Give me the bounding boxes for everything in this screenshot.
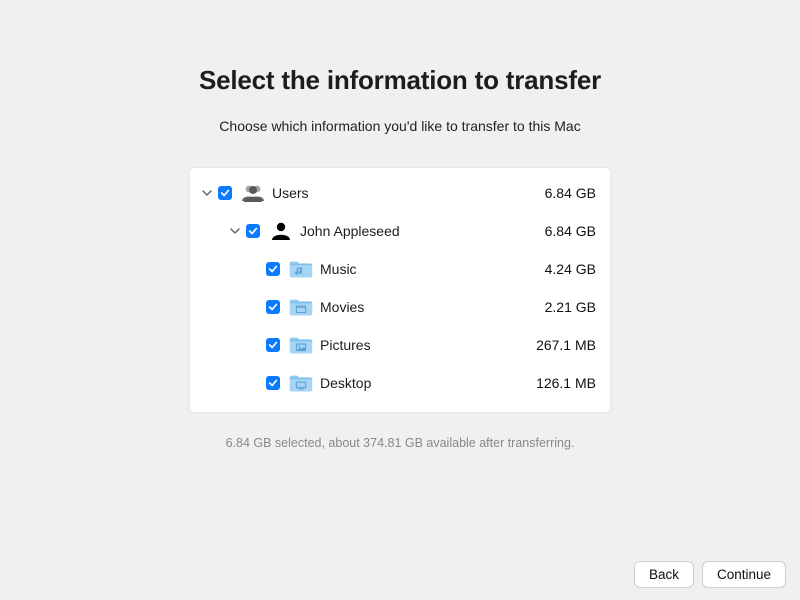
- checkbox-folder[interactable]: [266, 300, 280, 314]
- music-folder-icon: [286, 258, 316, 280]
- tree-label: John Appleseed: [300, 223, 400, 239]
- tree-row-folder[interactable]: Desktop 126.1 MB: [190, 364, 610, 402]
- chevron-down-icon[interactable]: [200, 188, 214, 198]
- continue-button[interactable]: Continue: [702, 561, 786, 588]
- checkbox-user[interactable]: [246, 224, 260, 238]
- users-icon: [238, 183, 268, 203]
- tree-label: Users: [272, 185, 309, 201]
- transfer-tree-panel: Users 6.84 GB John Appleseed 6.84 GB Mus…: [190, 168, 610, 412]
- tree-size: 2.21 GB: [545, 299, 600, 315]
- tree-size: 6.84 GB: [545, 223, 600, 239]
- person-icon: [266, 221, 296, 241]
- desktop-folder-icon: [286, 372, 316, 394]
- footer-buttons: Back Continue: [634, 561, 786, 588]
- tree-size: 267.1 MB: [536, 337, 600, 353]
- back-button[interactable]: Back: [634, 561, 694, 588]
- tree-row-user[interactable]: John Appleseed 6.84 GB: [190, 212, 610, 250]
- tree-row-folder[interactable]: Pictures 267.1 MB: [190, 326, 610, 364]
- page-title: Select the information to transfer: [0, 65, 800, 96]
- pictures-folder-icon: [286, 334, 316, 356]
- tree-size: 126.1 MB: [536, 375, 600, 391]
- page-subtitle: Choose which information you'd like to t…: [0, 118, 800, 134]
- checkbox-folder[interactable]: [266, 376, 280, 390]
- checkbox-folder[interactable]: [266, 338, 280, 352]
- tree-size: 6.84 GB: [545, 185, 600, 201]
- tree-row-folder[interactable]: Music 4.24 GB: [190, 250, 610, 288]
- tree-size: 4.24 GB: [545, 261, 600, 277]
- tree-row-users[interactable]: Users 6.84 GB: [190, 174, 610, 212]
- status-text: 6.84 GB selected, about 374.81 GB availa…: [0, 436, 800, 450]
- checkbox-users[interactable]: [218, 186, 232, 200]
- tree-label: Desktop: [320, 375, 371, 391]
- tree-label: Movies: [320, 299, 364, 315]
- checkbox-folder[interactable]: [266, 262, 280, 276]
- tree-row-folder[interactable]: Movies 2.21 GB: [190, 288, 610, 326]
- tree-label: Music: [320, 261, 357, 277]
- chevron-down-icon[interactable]: [228, 226, 242, 236]
- movies-folder-icon: [286, 296, 316, 318]
- tree-label: Pictures: [320, 337, 371, 353]
